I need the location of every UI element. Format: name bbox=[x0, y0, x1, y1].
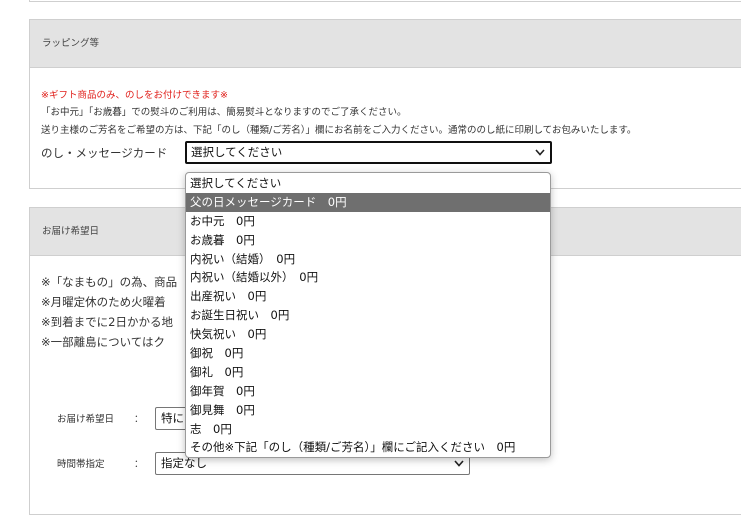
time-slot-colon: ： bbox=[134, 459, 144, 470]
gift-only-notice: ※ギフト商品のみ、のしをお付けできます※ bbox=[41, 90, 228, 101]
dropdown-option[interactable]: 志 0円 bbox=[186, 420, 550, 439]
dropdown-option[interactable]: お歳暮 0円 bbox=[186, 231, 550, 250]
noshi-select-value: 選択してください bbox=[191, 145, 283, 159]
dropdown-option[interactable]: 御礼 0円 bbox=[186, 363, 550, 382]
noshi-dropdown-list: 選択してください 父の日メッセージカード 0円 お中元 0円 お歳暮 0円 内祝… bbox=[185, 172, 551, 458]
delivery-note-line: ※月曜定休のため火曜着 bbox=[41, 295, 166, 309]
dropdown-option[interactable]: 御年賀 0円 bbox=[186, 382, 550, 401]
noshi-notice-2: 送り主様のご芳名をご希望の方は、下記「のし（種類/ご芳名）」欄にお名前をご入力く… bbox=[41, 125, 637, 136]
noshi-select[interactable]: 選択してください bbox=[185, 141, 552, 164]
dropdown-option[interactable]: お中元 0円 bbox=[186, 212, 550, 231]
dropdown-option[interactable]: 快気祝い 0円 bbox=[186, 325, 550, 344]
delivery-note-line: ※到着までに2日かかる地 bbox=[41, 315, 173, 329]
delivery-note-line: ※「なまもの」の為、商品 bbox=[41, 275, 178, 289]
dropdown-option[interactable]: お誕生日祝い 0円 bbox=[186, 306, 550, 325]
delivery-date-value: 特に bbox=[161, 411, 184, 425]
dropdown-option[interactable]: その他※下記「のし（種類/ご芳名）」欄にご記入ください 0円 bbox=[186, 438, 550, 457]
dropdown-option[interactable]: 御見舞 0円 bbox=[186, 401, 550, 420]
noshi-field-label: のし・メッセージカード bbox=[41, 146, 168, 160]
dropdown-option[interactable]: 御祝 0円 bbox=[186, 344, 550, 363]
dropdown-option[interactable]: 内祝い（結婚以外） 0円 bbox=[186, 268, 550, 287]
previous-section-bottom bbox=[29, 0, 741, 2]
noshi-notice-1: 「お中元」「お歳暮」での熨斗のご利用は、簡易熨斗となりますのでご了承ください。 bbox=[41, 107, 407, 118]
chevron-down-icon bbox=[535, 143, 545, 162]
wrapping-section: ラッピング等 ※ギフト商品のみ、のしをお付けできます※ 「お中元」「お歳暮」での… bbox=[29, 19, 741, 189]
dropdown-option-highlighted[interactable]: 父の日メッセージカード 0円 bbox=[186, 192, 550, 212]
dropdown-option[interactable]: 選択してください bbox=[186, 174, 550, 193]
dropdown-option[interactable]: 出産祝い 0円 bbox=[186, 287, 550, 306]
delivery-date-colon: ： bbox=[134, 414, 144, 425]
dropdown-option[interactable]: 内祝い（結婚） 0円 bbox=[186, 250, 550, 269]
time-slot-label: 時間帯指定 bbox=[57, 459, 105, 470]
wrapping-section-header: ラッピング等 bbox=[30, 20, 741, 68]
time-slot-value: 指定なし bbox=[161, 456, 207, 470]
delivery-note-line: ※一部離島についてはク bbox=[41, 335, 166, 349]
delivery-date-label: お届け希望日 bbox=[57, 414, 115, 425]
